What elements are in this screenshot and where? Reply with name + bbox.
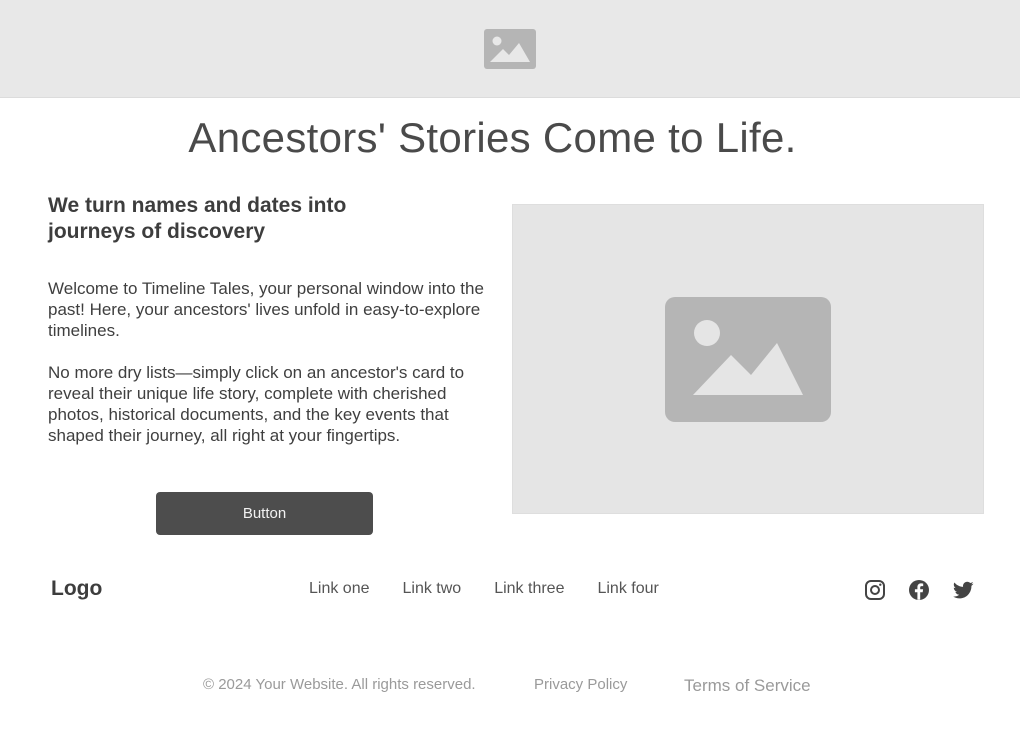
twitter-icon[interactable] [951, 578, 975, 602]
footer-nav: Link one Link two Link three Link four [309, 580, 659, 598]
page-title: Ancestors' Stories Come to Life. [188, 114, 797, 161]
privacy-policy-link[interactable]: Privacy Policy [534, 676, 627, 693]
image-placeholder-icon [665, 296, 831, 422]
footer-link-one[interactable]: Link one [309, 580, 370, 598]
section-subheading: We turn names and dates into journeys of… [48, 194, 347, 243]
footer-logo[interactable]: Logo [51, 577, 102, 601]
detail-paragraph: No more dry lists—simply click on an anc… [48, 363, 465, 445]
hero-banner [0, 0, 1020, 98]
copyright-text: © 2024 Your Website. All rights reserved… [203, 676, 476, 693]
footer-link-three[interactable]: Link three [494, 580, 564, 598]
cta-button[interactable]: Button [156, 492, 373, 535]
media-image-placeholder [512, 204, 984, 514]
terms-of-service-link[interactable]: Terms of Service [684, 676, 811, 696]
footer-link-two[interactable]: Link two [403, 580, 462, 598]
instagram-icon[interactable] [863, 578, 887, 602]
footer-link-four[interactable]: Link four [597, 580, 658, 598]
intro-paragraph: Welcome to Timeline Tales, your personal… [48, 279, 484, 340]
image-placeholder-icon [484, 28, 536, 69]
facebook-icon[interactable] [907, 578, 931, 602]
